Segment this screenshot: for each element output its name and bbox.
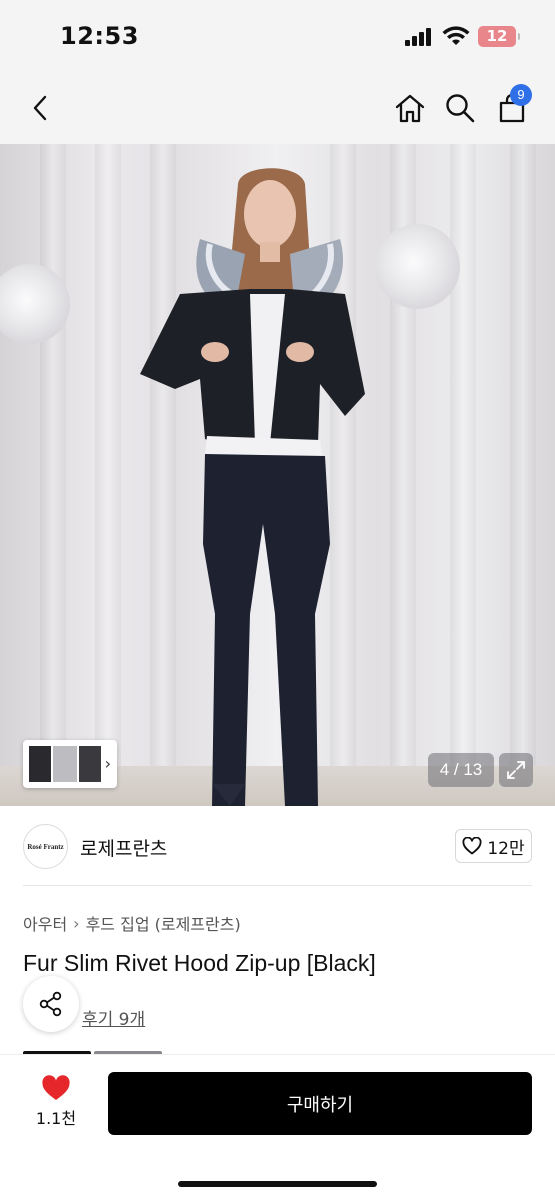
brand-like-button[interactable]: 12만 <box>455 829 532 863</box>
bottom-action-bar: 1.1천 구매하기 <box>0 1054 555 1200</box>
thumbnail-strip[interactable]: › <box>23 740 117 788</box>
brand-logo[interactable]: Rosé Frantz <box>23 824 68 869</box>
status-bar: 12:53 12 <box>0 0 555 74</box>
home-button[interactable] <box>388 86 432 130</box>
cellular-signal-icon <box>405 28 433 46</box>
heart-filled-icon <box>42 1075 70 1100</box>
expand-icon <box>507 761 525 779</box>
image-page-indicator: 4 / 13 <box>428 753 494 787</box>
cart-button[interactable]: 9 <box>490 84 534 130</box>
brand-row[interactable]: Rosé Frantz 로제프란츠 12만 <box>0 806 555 886</box>
product-title: Fur Slim Rivet Hood Zip-up [Black] <box>23 950 376 976</box>
status-time: 12:53 <box>60 22 139 50</box>
nav-bar: 9 <box>0 74 555 144</box>
breadcrumb: 아우터 › 후드 집업 (로제프란츠) <box>23 911 241 935</box>
brand-name[interactable]: 로제프란츠 <box>80 834 167 861</box>
battery-icon: 12 <box>478 26 520 47</box>
wishlist-count: 1.1천 <box>35 1109 77 1128</box>
fullscreen-button[interactable] <box>499 753 533 787</box>
cart-count-badge: 9 <box>510 84 532 106</box>
product-photo-model <box>140 168 365 806</box>
search-button[interactable] <box>438 86 482 130</box>
home-icon <box>395 94 425 123</box>
wishlist-button[interactable]: 1.1천 <box>26 1075 86 1135</box>
heart-outline-icon <box>462 837 482 855</box>
product-image-gallery[interactable]: › 4 / 13 <box>0 144 555 806</box>
breadcrumb-subcategory[interactable]: 후드 집업 (로제프란츠) <box>86 911 241 935</box>
share-button[interactable] <box>23 976 79 1032</box>
review-link[interactable]: 후기 9개 <box>82 1005 145 1030</box>
thumbnail-image[interactable] <box>29 746 51 782</box>
thumbnail-image[interactable] <box>79 746 101 782</box>
search-icon <box>446 94 475 123</box>
share-icon <box>39 991 62 1017</box>
brand-like-count: 12만 <box>487 838 525 859</box>
chevron-right-icon: › <box>73 913 80 933</box>
divider <box>23 885 532 886</box>
wifi-icon <box>442 26 470 45</box>
back-button[interactable] <box>18 86 62 130</box>
home-indicator <box>178 1181 377 1187</box>
chevron-right-icon: › <box>104 754 111 773</box>
breadcrumb-category[interactable]: 아우터 <box>23 911 67 935</box>
thumbnail-image[interactable] <box>53 746 77 782</box>
buy-button[interactable]: 구매하기 <box>108 1072 532 1135</box>
chevron-left-icon <box>33 95 47 121</box>
